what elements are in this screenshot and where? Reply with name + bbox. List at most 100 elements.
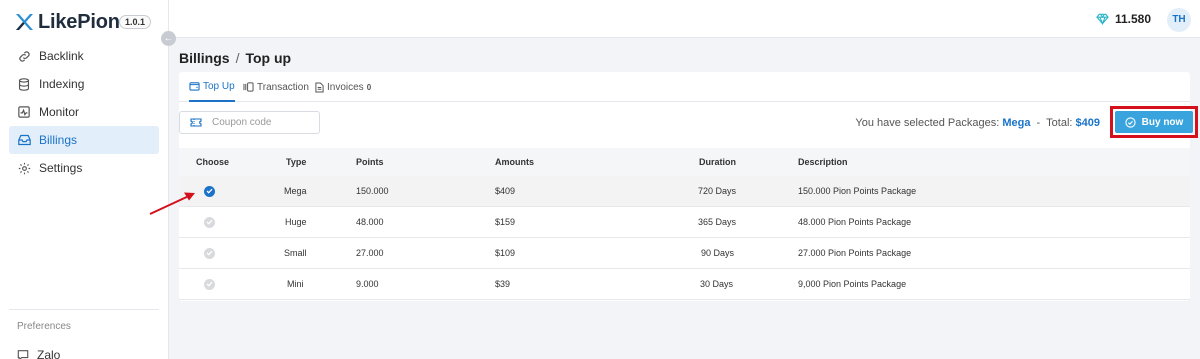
sidebar-nav: Backlink Indexing Monitor Billings Setti…: [9, 42, 159, 182]
tab-label: Top Up: [203, 80, 235, 92]
link-icon: [17, 49, 31, 63]
duration-cell: 30 Days: [700, 279, 734, 289]
sidebar-item-label: Zalo: [37, 348, 61, 359]
type-cell: Small: [284, 248, 307, 258]
arrow-left-icon: ←: [163, 33, 174, 44]
description-cell: 9,000 Pion Points Package: [798, 279, 907, 289]
check-circle-icon: [1125, 116, 1136, 128]
selection-prefix: You have selected Packages:: [855, 117, 1000, 129]
choose-cell: [204, 269, 215, 299]
amount-cell: $39: [495, 279, 511, 289]
table-row[interactable]: Huge 48.000 $159 365 Days 48.000 Pion Po…: [179, 207, 1190, 238]
invoices-count-badge: 0: [366, 82, 372, 92]
inbox-icon: [17, 133, 31, 147]
database-icon: [17, 77, 31, 91]
sidebar: LikePion 1.0.1 Backlink Indexing Monitor: [0, 0, 169, 359]
annotation-arrow-icon: [149, 192, 195, 215]
ticket-icon: [190, 118, 202, 127]
diamond-icon: [1096, 13, 1109, 25]
total-label: Total:: [1046, 117, 1073, 129]
checkmark-circle-icon[interactable]: [204, 216, 215, 228]
table-row[interactable]: Mega 150.000 $409 720 Days 150.000 Pion …: [179, 176, 1190, 207]
description-cell: 48.000 Pion Points Package: [798, 217, 912, 227]
description-cell: 27.000 Pion Points Package: [798, 248, 912, 258]
topbar: 11.580 TH: [169, 0, 1200, 38]
app-logo[interactable]: LikePion: [14, 9, 120, 35]
preferences-label: Preferences: [17, 321, 71, 332]
selection-dash: -: [1036, 117, 1041, 129]
transaction-icon: [243, 82, 254, 92]
sidebar-item-label: Settings: [39, 161, 83, 175]
points-cell: 27.000: [356, 248, 384, 258]
tab-transaction[interactable]: Transaction: [243, 72, 309, 102]
choose-cell: [204, 207, 215, 237]
tab-bar: Top Up Transaction Invoices 0: [179, 72, 1190, 102]
header-choose: Choose: [196, 157, 230, 167]
coupon-code-input[interactable]: Coupon code: [179, 111, 320, 134]
amount-cell: $409: [495, 186, 516, 196]
tab-label: Transaction: [257, 81, 309, 93]
sidebar-item-indexing[interactable]: Indexing: [9, 70, 159, 98]
table-row[interactable]: Small 27.000 $109 90 Days 27.000 Pion Po…: [179, 238, 1190, 269]
breadcrumb: Billings / Top up: [179, 50, 291, 66]
type-cell: Huge: [285, 217, 307, 227]
points-balance[interactable]: 11.580: [1096, 12, 1151, 26]
table-row[interactable]: Mini 9.000 $39 30 Days 9,000 Pion Points…: [179, 269, 1190, 300]
type-cell: Mega: [284, 186, 307, 196]
points-cell: 48.000: [356, 217, 384, 227]
points-cell: 150.000: [356, 186, 389, 196]
gear-icon: [17, 161, 31, 175]
sidebar-item-billings[interactable]: Billings: [9, 126, 159, 154]
type-cell: Mini: [287, 279, 304, 289]
points-value: 11.580: [1114, 12, 1151, 26]
wallet-icon: [189, 81, 200, 91]
duration-cell: 90 Days: [701, 248, 735, 258]
billing-card: Top Up Transaction Invoices 0 Coupon cod…: [179, 72, 1198, 301]
sidebar-item-label: Billings: [39, 133, 78, 147]
sidebar-item-label: Monitor: [39, 105, 80, 119]
monitor-icon: [17, 105, 31, 119]
breadcrumb-parent[interactable]: Billings: [179, 50, 230, 66]
sidebar-item-zalo[interactable]: Zalo: [17, 348, 60, 359]
selected-package-summary: You have selected Packages: Mega - Total: …: [855, 117, 1100, 129]
buy-now-label: Buy now: [1141, 116, 1184, 128]
sidebar-item-settings[interactable]: Settings: [9, 154, 159, 182]
sidebar-item-backlink[interactable]: Backlink: [9, 42, 159, 70]
header-duration: Duration: [699, 157, 736, 167]
sidebar-item-monitor[interactable]: Monitor: [9, 98, 159, 126]
chat-icon: [17, 350, 29, 359]
app-name: LikePion: [38, 10, 120, 33]
avatar[interactable]: TH: [1167, 8, 1191, 32]
document-icon: [315, 82, 324, 93]
choose-cell: [204, 176, 215, 206]
likepion-logo-icon: [16, 14, 33, 30]
version-badge: 1.0.1: [119, 15, 152, 29]
header-amounts: Amounts: [495, 157, 534, 167]
tab-label: Invoices: [327, 81, 364, 93]
duration-cell: 720 Days: [698, 186, 737, 196]
amount-cell: $109: [495, 248, 516, 258]
header-type: Type: [286, 157, 307, 167]
header-points: Points: [356, 157, 384, 167]
total-value: $409: [1075, 117, 1100, 129]
choose-cell: [204, 238, 215, 268]
buy-now-button[interactable]: Buy now: [1115, 111, 1193, 133]
checkmark-circle-icon[interactable]: [204, 247, 215, 259]
coupon-placeholder: Coupon code: [212, 117, 272, 128]
table-header: Choose Type Points Amounts Duration Desc…: [179, 148, 1190, 176]
breadcrumb-separator: /: [235, 50, 240, 66]
points-cell: 9.000: [356, 279, 379, 289]
checkmark-circle-icon[interactable]: [204, 278, 215, 290]
tab-top-up[interactable]: Top Up: [189, 72, 235, 102]
sidebar-divider: [9, 309, 159, 310]
selected-package-name: Mega: [1002, 117, 1031, 129]
header-description: Description: [798, 157, 848, 167]
duration-cell: 365 Days: [698, 217, 737, 227]
description-cell: 150.000 Pion Points Package: [798, 186, 917, 196]
tab-invoices[interactable]: Invoices 0: [315, 72, 371, 102]
sidebar-item-label: Indexing: [39, 77, 85, 91]
collapse-sidebar-button[interactable]: ←: [161, 31, 176, 46]
checkmark-circle-icon[interactable]: [204, 185, 215, 197]
breadcrumb-current: Top up: [245, 50, 292, 66]
sidebar-item-label: Backlink: [39, 49, 84, 63]
